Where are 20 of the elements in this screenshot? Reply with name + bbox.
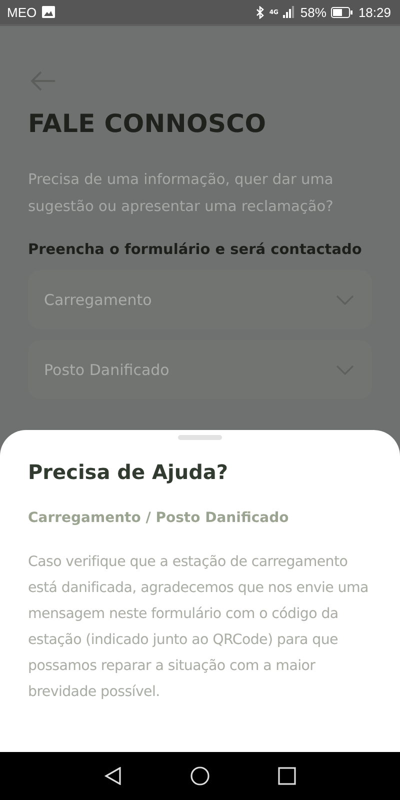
clock: 18:29 <box>358 4 391 20</box>
page-title: FALE CONNOSCO <box>28 109 268 138</box>
carrier-name: MEO <box>7 4 37 20</box>
dropdown-field[interactable]: Carregamento <box>28 270 372 329</box>
dropdown-value: Posto Danificado <box>44 360 170 378</box>
sheet-title: Precisa de Ajuda? <box>28 460 229 484</box>
drag-handle[interactable] <box>178 435 222 440</box>
dropdown-field[interactable]: Posto Danificado <box>28 340 372 399</box>
signal-icon <box>283 6 296 18</box>
form-label: Preencha o formulário e será contactado <box>28 242 363 258</box>
bluetooth-icon <box>256 6 264 18</box>
sheet-subtitle: Carregamento / Posto Danificado <box>28 510 290 526</box>
dropdown-value: Carregamento <box>44 290 152 308</box>
sheet-body-text: Caso verifique que a estação de carregamento está danificada, agradecemos que nos envie uma mensagem neste formulário com o código da estação (indicado junto ao QRCode) para que possamos reparar a situação com a maior brevidade possível. <box>28 553 370 702</box>
recents-icon[interactable] <box>278 767 296 785</box>
battery-icon <box>331 6 354 18</box>
image-icon <box>42 6 55 18</box>
home-icon[interactable] <box>190 766 210 786</box>
battery-percent: 58% <box>300 4 326 20</box>
back-icon[interactable] <box>104 767 122 785</box>
